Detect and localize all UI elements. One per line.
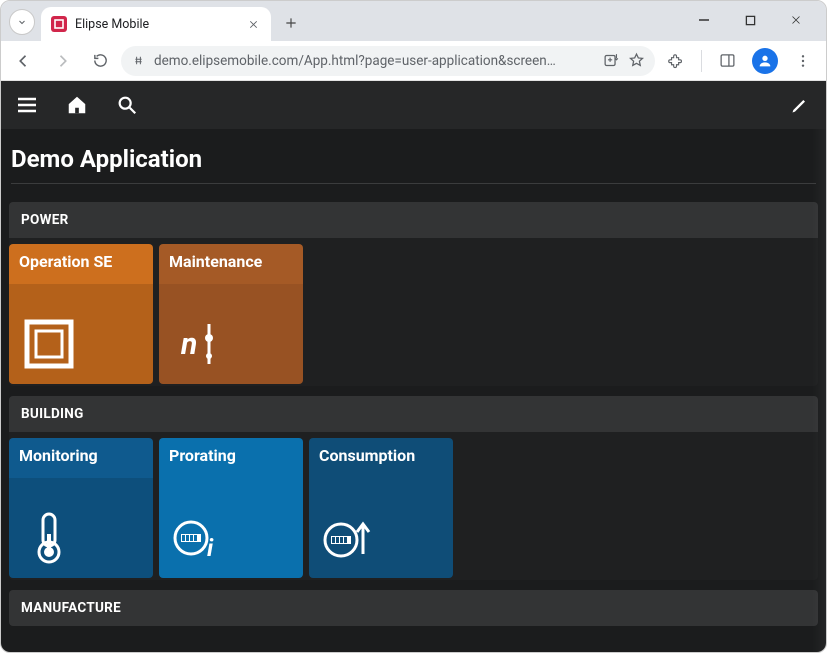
card-label: Maintenance [159,244,303,271]
puzzle-icon [668,52,685,69]
card-operation-se[interactable]: Operation SE [9,244,153,384]
minimize-icon [698,14,710,26]
card-label: Monitoring [9,438,153,465]
menu-icon [15,93,39,117]
kebab-icon [795,53,811,69]
edit-button[interactable] [786,91,814,119]
extensions-button[interactable] [659,45,693,77]
browser-tab[interactable]: Elipse Mobile [41,7,271,41]
arrow-right-icon [53,52,71,70]
browser-toolbar: demo.elipsemobile.com/App.html?page=user… [1,41,826,81]
card-maintenance[interactable]: Maintenance n [159,244,303,384]
address-url: demo.elipsemobile.com/App.html?page=user… [154,53,595,69]
maximize-icon [745,15,756,26]
window-maximize-button[interactable] [728,5,772,35]
card-label: Operation SE [9,244,153,271]
browser-titlebar: Elipse Mobile [1,1,826,41]
meter-info-icon: i [169,508,229,568]
close-icon [248,19,259,30]
sidepanel-icon [719,52,736,69]
edit-icon [790,95,810,115]
bookmark-star-icon[interactable] [628,52,645,69]
section-building: BUILDING Monitoring Prorating i [9,396,818,580]
search-icon [116,94,138,116]
meter-up-icon [319,508,379,568]
square-frame-icon [19,314,79,374]
new-tab-button[interactable] [277,9,305,37]
card-consumption[interactable]: Consumption [309,438,453,578]
toolbar-divider [701,50,702,72]
window-controls [682,5,818,35]
site-settings-icon [131,53,146,68]
profile-button[interactable] [748,45,782,77]
maintenance-icon: n [169,314,229,374]
svg-text:i: i [207,534,214,562]
reload-icon [92,52,109,69]
tab-close-button[interactable] [245,16,261,32]
nav-reload-button[interactable] [83,45,117,77]
home-icon [66,94,88,116]
cards-building: Monitoring Prorating i Consumption [9,432,818,580]
window-minimize-button[interactable] [682,5,726,35]
chevron-down-icon [16,16,28,28]
svg-text:n: n [180,327,197,362]
card-label: Consumption [309,438,453,465]
section-power: POWER Operation SE Maintenance n [9,202,818,386]
profile-avatar-icon [752,48,778,74]
tab-favicon-icon [51,16,67,32]
nav-back-button[interactable] [7,45,41,77]
home-button[interactable] [63,91,91,119]
app-bar [1,81,826,129]
menu-button[interactable] [13,91,41,119]
arrow-left-icon [15,52,33,70]
card-label: Prorating [159,438,303,465]
section-manufacture: MANUFACTURE [9,590,818,626]
address-bar[interactable]: demo.elipsemobile.com/App.html?page=user… [121,46,655,76]
search-button[interactable] [113,91,141,119]
section-title-power: POWER [9,202,818,238]
page-title: Demo Application [11,145,816,184]
browser-window: Elipse Mobile demo.elipsemobile.com/App.… [0,0,827,653]
close-icon [790,14,802,26]
tab-search-dropdown[interactable] [9,9,35,35]
section-title-manufacture: MANUFACTURE [9,590,818,626]
page-title-wrap: Demo Application [1,129,826,192]
window-close-button[interactable] [774,5,818,35]
tab-title: Elipse Mobile [75,17,237,32]
plus-icon [284,16,298,30]
app-root: Demo Application POWER Operation SE Main… [1,81,826,652]
section-title-building: BUILDING [9,396,818,432]
card-monitoring[interactable]: Monitoring [9,438,153,578]
browser-menu-button[interactable] [786,45,820,77]
nav-forward-button[interactable] [45,45,79,77]
cards-power: Operation SE Maintenance n [9,238,818,386]
card-prorating[interactable]: Prorating i [159,438,303,578]
sidepanel-button[interactable] [710,45,744,77]
install-app-icon[interactable] [603,52,620,69]
thermometer-icon [19,508,79,568]
sections-scroll[interactable]: POWER Operation SE Maintenance n [1,192,826,652]
